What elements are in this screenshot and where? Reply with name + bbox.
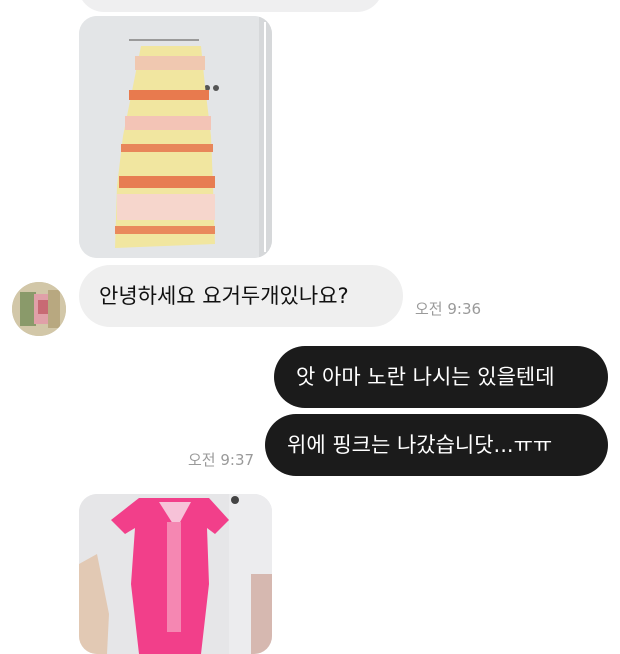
outgoing-timestamp: 오전 9:37 xyxy=(188,451,255,469)
outgoing-message-1[interactable]: 앗 아마 노란 나시는 있을텐데 xyxy=(274,346,608,408)
avatar-image xyxy=(12,282,66,336)
incoming-message[interactable]: 안녕하세요 요거두개있나요? xyxy=(79,265,403,327)
pink-dress-photo[interactable] xyxy=(79,494,272,654)
incoming-timestamp: 오전 9:36 xyxy=(415,300,482,318)
yellow-dress-illustration xyxy=(79,16,272,258)
yellow-dress-photo[interactable] xyxy=(79,16,272,258)
outgoing-message-2[interactable]: 위에 핑크는 나갔습니닷...ㅠㅠ xyxy=(265,414,608,476)
sender-avatar[interactable] xyxy=(12,282,66,336)
pink-dress-illustration xyxy=(79,494,272,654)
previous-message-bubble[interactable] xyxy=(78,0,383,12)
